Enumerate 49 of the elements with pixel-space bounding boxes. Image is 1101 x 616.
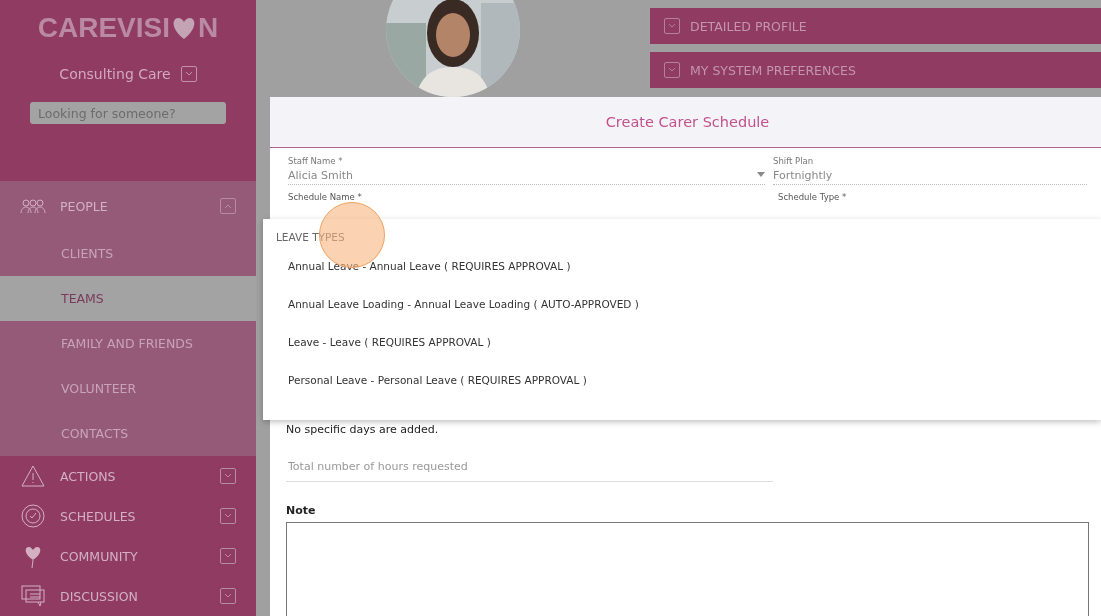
chevron-icon [224, 513, 232, 519]
clock-icon [20, 503, 46, 529]
select-field[interactable]: Staff Name * Alicia Smith [288, 156, 765, 185]
chevron-icon [668, 23, 676, 29]
expand-toggle[interactable] [664, 62, 680, 78]
empty-message: No specific days are added. [286, 423, 440, 436]
menu-option[interactable]: Personal Leave - Personal Leave ( REQUIRES APPROVAL ) [263, 361, 1101, 399]
menu-option[interactable]: Annual Leave - Annual Leave ( REQUIRES APPROVAL ) [263, 247, 1101, 285]
chevron-icon [668, 67, 676, 73]
chat-icon [20, 584, 46, 608]
expand-toggle[interactable] [220, 468, 236, 484]
menu-option[interactable]: Leave - Leave ( REQUIRES APPROVAL ) [263, 323, 1101, 361]
expand-toggle[interactable] [220, 548, 236, 564]
nav-subitem[interactable]: FAMILY AND FRIENDS [0, 321, 256, 366]
note-field[interactable] [286, 522, 1089, 616]
nav-subitem[interactable]: TEAMS [0, 276, 256, 321]
nav-item[interactable]: ACTIONS [0, 456, 256, 496]
nav-subitem[interactable]: CONTACTS [0, 411, 256, 456]
menu-option[interactable]: Annual Leave Loading - Annual Leave Loading ( AUTO-APPROVED ) [263, 285, 1101, 323]
accordion-header[interactable]: MY SYSTEM PREFERENCES [650, 52, 1101, 88]
field-label: Schedule Type * [778, 192, 848, 202]
expand-toggle[interactable] [664, 18, 680, 34]
chevron-icon [184, 71, 193, 77]
menu-heading: LEAVE TYPES [276, 231, 345, 245]
organization-name: Consulting Care [59, 66, 171, 82]
warning-icon [20, 464, 46, 488]
dropdown-toggle[interactable] [180, 66, 197, 82]
nav-item[interactable]: SCHEDULES [0, 496, 256, 536]
expand-toggle[interactable] [220, 588, 236, 604]
expand-toggle[interactable] [220, 508, 236, 524]
nav-item[interactable]: DISCUSSION [0, 576, 256, 616]
expand-toggle[interactable] [220, 198, 236, 214]
nav-item[interactable]: PEOPLE [0, 181, 256, 231]
field-label: Schedule Name * [288, 192, 363, 202]
note-label: Note [286, 504, 317, 517]
logo-text: N [198, 12, 219, 44]
caret-icon [757, 171, 765, 177]
logo-text: CAREVISI [37, 12, 170, 44]
chevron-icon [224, 203, 232, 209]
chevron-icon [224, 473, 232, 479]
text-field[interactable]: Shift Plan Fortnightly [773, 156, 1087, 185]
modal-title: Create Carer Schedule [605, 114, 770, 130]
chevron-icon [224, 553, 232, 559]
people-icon [20, 198, 46, 214]
nav-subitem[interactable]: CLIENTS [0, 231, 256, 276]
nav-item[interactable]: COMMUNITY [0, 536, 256, 576]
accordion-header[interactable]: DETAILED PROFILE [650, 8, 1101, 44]
nav-subitem[interactable]: VOLUNTEER [0, 366, 256, 411]
chevron-icon [224, 593, 232, 599]
